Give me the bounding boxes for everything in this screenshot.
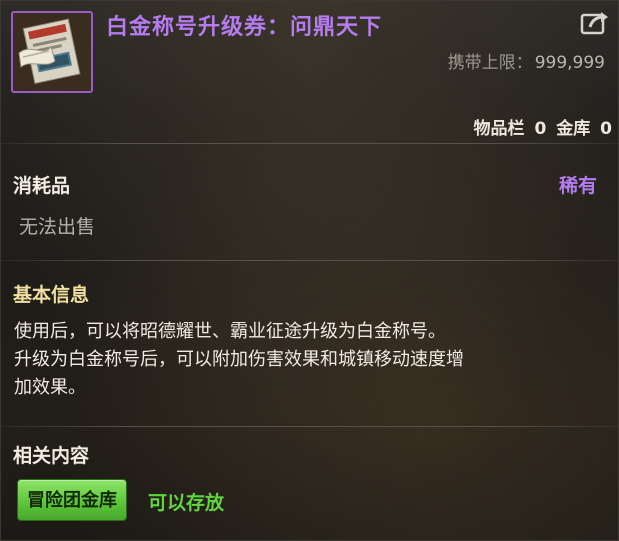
bank-label: 金库 [556, 119, 591, 139]
item-name: 白金称号升级券：问鼎天下 [106, 15, 383, 40]
item-tooltip: 白金称号升级券：问鼎天下 携带上限： 999,999 物品栏 0 金库 0 消耗品… [0, 0, 619, 541]
basic-info-title: 基本信息 [13, 284, 90, 306]
carry-limit-value: 999,999 [534, 53, 605, 73]
item-description: 使用后，可以将昭德耀世、霸业征途升级为白金称号。 升级为白金称号后，可以附加伤害… [14, 318, 604, 402]
share-export-icon[interactable] [580, 9, 610, 35]
title-upgrade-ticket-icon [11, 11, 93, 93]
inventory-label: 物品栏 [473, 119, 525, 139]
item-rarity: 稀有 [558, 175, 597, 197]
tooltip-header: 白金称号升级券：问鼎天下 携带上限： 999,999 物品栏 0 金库 0 [1, 1, 618, 143]
item-type: 消耗品 [13, 175, 71, 197]
description-line: 升级为白金称号后，可以附加伤害效果和城镇移动速度增 [14, 349, 464, 370]
adventure-bank-tag[interactable]: 冒险团金库 [17, 479, 127, 521]
description-line: 加效果。 [14, 377, 86, 398]
header-divider [1, 143, 618, 144]
description-line: 使用后，可以将昭德耀世、霸业征途升级为白金称号。 [14, 321, 446, 342]
sell-status: 无法出售 [19, 216, 96, 238]
related-title: 相关内容 [13, 445, 90, 467]
info-divider [1, 426, 618, 427]
carry-limit: 携带上限： 999,999 [448, 48, 605, 73]
type-divider [1, 260, 618, 261]
carry-limit-label: 携带上限： [447, 53, 533, 73]
storable-status: 可以存放 [148, 492, 225, 514]
inventory-count: 0 [534, 119, 547, 139]
bank-count: 0 [600, 119, 612, 139]
storage-counts: 物品栏 0 金库 0 [474, 114, 612, 139]
